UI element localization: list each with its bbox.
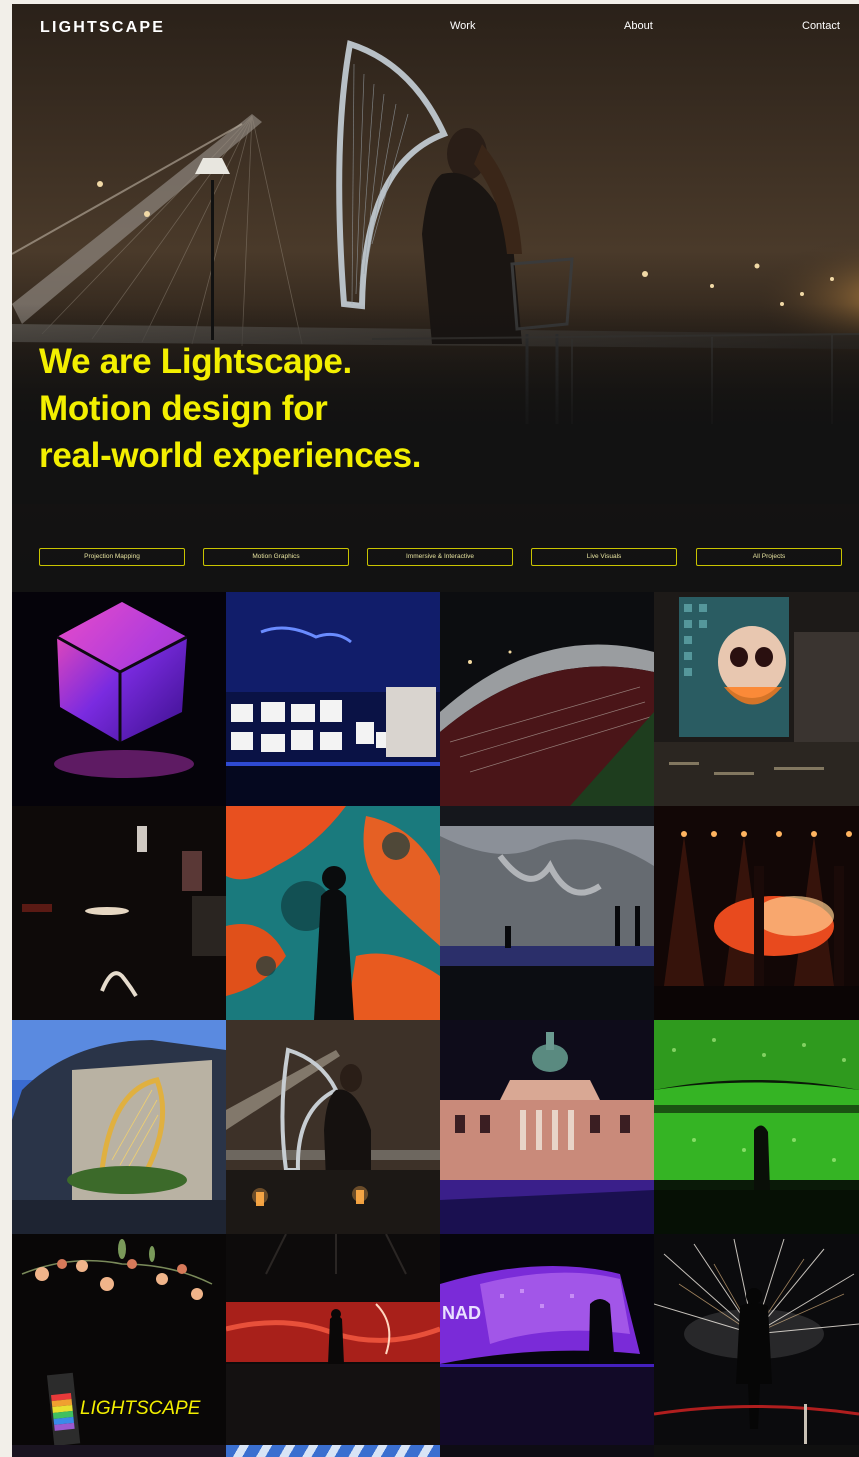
project-tile-immersive-teal-orange-room[interactable]	[226, 806, 440, 1020]
project-tile-partial-4[interactable]	[654, 1445, 859, 1457]
project-tile-red-concert-stage[interactable]	[654, 806, 859, 1020]
project-tile-partial-1[interactable]	[12, 1445, 226, 1457]
headline-line-3: real-world experiences.	[39, 436, 422, 475]
filter-all-projects[interactable]: All Projects	[696, 548, 842, 566]
project-tile-glowing-cube[interactable]	[12, 592, 226, 806]
top-navigation: LIGHTSCAPE Work About Contact	[12, 4, 859, 54]
project-tile-firework-sparks[interactable]	[654, 1234, 859, 1445]
project-tile-electric-picnic-stage[interactable]	[226, 592, 440, 806]
harp-building-projection-image	[12, 1020, 226, 1234]
lightscape-sign-text: LIGHTSCAPE	[80, 1398, 201, 1419]
dark-gallery-installation-image	[12, 806, 226, 1020]
project-tile-red-wave-screen[interactable]	[226, 1234, 440, 1445]
purple-wall-projection-image: NAD	[440, 1234, 654, 1445]
category-filters: Projection Mapping Motion Graphics Immer…	[39, 548, 843, 566]
red-concert-stage-image	[654, 806, 859, 1020]
nav-link-about[interactable]: About	[624, 20, 653, 32]
headline-line-2: Motion design for	[39, 389, 328, 428]
project-tile-skull-building-projection[interactable]	[654, 592, 859, 806]
flowers-lightscape-sign-image: LIGHTSCAPE	[12, 1234, 226, 1445]
project-tile-custom-house-projection[interactable]	[440, 1020, 654, 1234]
project-tile-monochrome-stage[interactable]	[440, 806, 654, 1020]
immersive-teal-orange-room-image	[226, 806, 440, 1020]
headline-line-1: We are Lightscape.	[39, 342, 352, 381]
red-wave-screen-image	[226, 1234, 440, 1445]
hero-headline: We are Lightscape. Motion design for rea…	[39, 338, 539, 479]
project-tile-purple-wall-projection[interactable]: NAD	[440, 1234, 654, 1445]
hero-section: LIGHTSCAPE Work About Contact We are Lig…	[12, 4, 859, 592]
nav-link-contact[interactable]: Contact	[802, 20, 840, 32]
filter-immersive-interactive[interactable]: Immersive & Interactive	[367, 548, 513, 566]
project-tile-green-laser-crowd[interactable]	[654, 1020, 859, 1234]
custom-house-projection-image	[440, 1020, 654, 1234]
monochrome-stage-image	[440, 806, 654, 1020]
project-tile-dark-gallery-installation[interactable]	[12, 806, 226, 1020]
filter-live-visuals[interactable]: Live Visuals	[531, 548, 677, 566]
green-laser-crowd-image	[654, 1020, 859, 1234]
skull-building-projection-image	[654, 592, 859, 806]
harpist-bridge-image	[226, 1020, 440, 1234]
glowing-cube-image	[12, 592, 226, 806]
nav-link-work[interactable]: Work	[450, 20, 475, 32]
firework-sparks-image	[654, 1234, 859, 1445]
project-tile-harpist-bridge[interactable]	[226, 1020, 440, 1234]
purple-wall-sign-text: NAD	[442, 1303, 481, 1323]
filter-projection-mapping[interactable]: Projection Mapping	[39, 548, 185, 566]
project-tile-flowers-lightscape-sign[interactable]: LIGHTSCAPE	[12, 1234, 226, 1445]
project-tile-partial-2[interactable]	[226, 1445, 440, 1457]
project-tile-harp-building-projection[interactable]	[12, 1020, 226, 1234]
filter-motion-graphics[interactable]: Motion Graphics	[203, 548, 349, 566]
page-frame: LIGHTSCAPE Work About Contact We are Lig…	[12, 4, 859, 1457]
project-tile-stadium[interactable]	[440, 592, 654, 806]
project-tile-partial-3[interactable]	[440, 1445, 654, 1457]
electric-picnic-stage-image	[226, 592, 440, 806]
lightscape-logo[interactable]: LIGHTSCAPE	[40, 19, 165, 37]
stadium-image	[440, 592, 654, 806]
